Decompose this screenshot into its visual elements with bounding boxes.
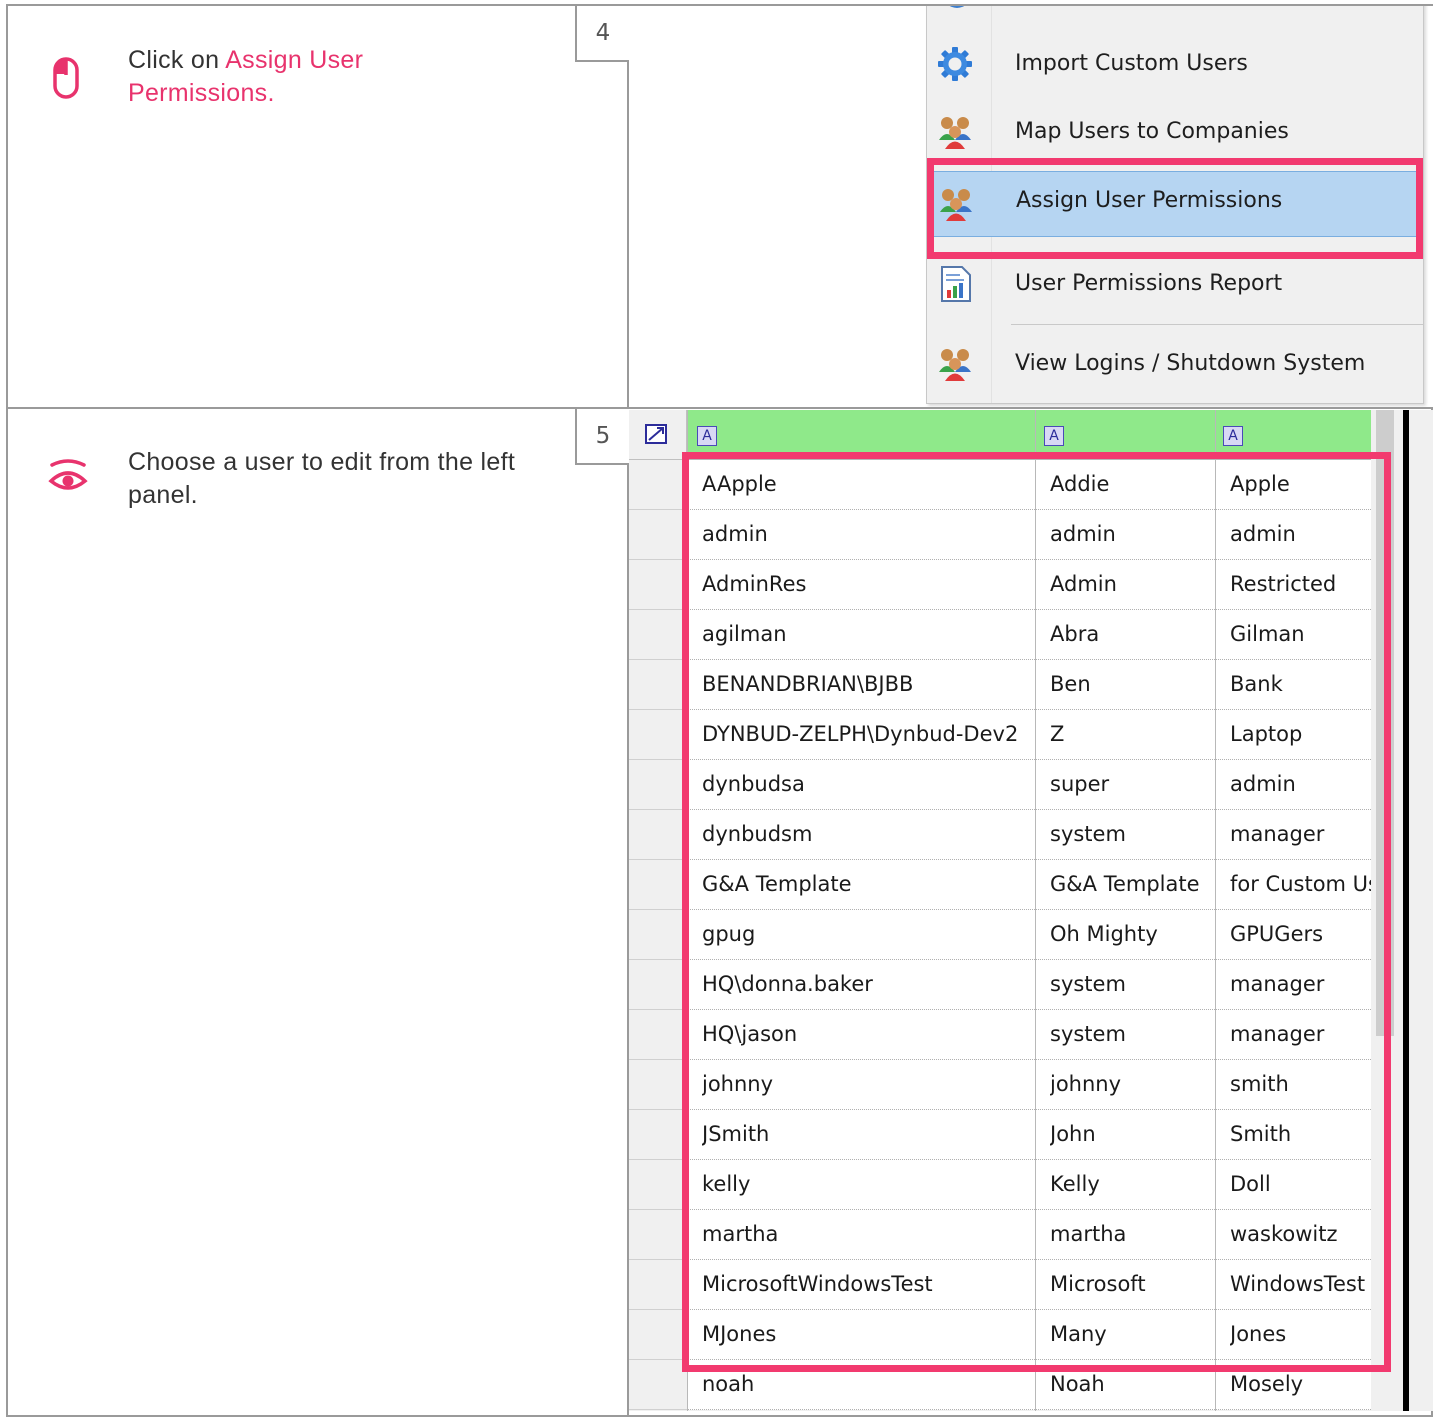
menu-screenshot: Import Custom Users Map Users to Compani…	[631, 6, 1433, 407]
row-selector[interactable]	[629, 1160, 688, 1210]
row-selector[interactable]	[629, 1010, 688, 1060]
menu-item-view-logins-shutdown[interactable]: View Logins / Shutdown System	[927, 335, 1421, 393]
row-selector[interactable]	[629, 510, 688, 560]
menu-divider	[1011, 324, 1423, 325]
menu-item-label: User Permissions Report	[1015, 271, 1283, 296]
column-filter-icon[interactable]: A	[1223, 426, 1243, 446]
highlight-box	[682, 452, 1391, 1372]
row-selector[interactable]	[629, 1060, 688, 1110]
menu-item-user-permissions-report[interactable]: User Permissions Report	[927, 255, 1421, 313]
step-4-text: Click on Assign User Permissions.	[128, 44, 458, 110]
step-4-instructions: Click on Assign User Permissions. 4	[8, 6, 629, 407]
row-selector[interactable]	[629, 660, 688, 710]
row-selector[interactable]	[629, 1110, 688, 1160]
partial-gear-icon	[939, 6, 975, 12]
row-selector[interactable]	[629, 1310, 688, 1360]
window-edge	[1403, 410, 1409, 1411]
step-4-row: Click on Assign User Permissions. 4 Impo…	[6, 4, 1433, 409]
row-selector[interactable]	[629, 910, 688, 960]
row-selector[interactable]	[629, 960, 688, 1010]
menu-item-map-users-to-companies[interactable]: Map Users to Companies	[927, 103, 1421, 161]
column-filter-icon[interactable]: A	[1044, 426, 1064, 446]
step-4-text-prefix: Click on	[128, 46, 226, 74]
row-selector[interactable]	[629, 560, 688, 610]
users-grid: A A A AApple Addie Apple admin admin admin Adm…	[629, 410, 1433, 1411]
row-selector[interactable]	[629, 710, 688, 760]
row-selector[interactable]	[629, 810, 688, 860]
step-5-number: 5	[575, 409, 629, 465]
column-filter-icon[interactable]: A	[697, 426, 717, 446]
menu-item-label: View Logins / Shutdown System	[1015, 351, 1366, 376]
row-selector[interactable]	[629, 1210, 688, 1260]
row-selector[interactable]	[629, 760, 688, 810]
eye-icon	[48, 459, 88, 495]
step-5-text: Choose a user to edit from the left pane…	[128, 448, 516, 509]
gear-icon	[937, 46, 973, 82]
users-icon	[937, 346, 973, 382]
grid-select-all[interactable]	[629, 410, 687, 460]
row-selector[interactable]	[629, 1260, 688, 1310]
menu-item-import-custom-users[interactable]: Import Custom Users	[927, 35, 1421, 93]
mouse-icon	[52, 56, 80, 102]
row-selector[interactable]	[629, 1360, 688, 1410]
select-all-icon	[645, 424, 667, 444]
menu-item-label: Import Custom Users	[1015, 51, 1248, 76]
row-selector[interactable]	[629, 610, 688, 660]
step-4-number: 4	[575, 6, 629, 62]
row-selector[interactable]	[629, 860, 688, 910]
menu-item-label: Map Users to Companies	[1015, 119, 1289, 144]
highlight-box	[927, 158, 1423, 259]
users-icon	[937, 114, 973, 150]
step-5-instructions: Choose a user to edit from the left pane…	[8, 409, 629, 1415]
row-selector[interactable]	[629, 460, 688, 510]
report-icon	[937, 266, 973, 302]
